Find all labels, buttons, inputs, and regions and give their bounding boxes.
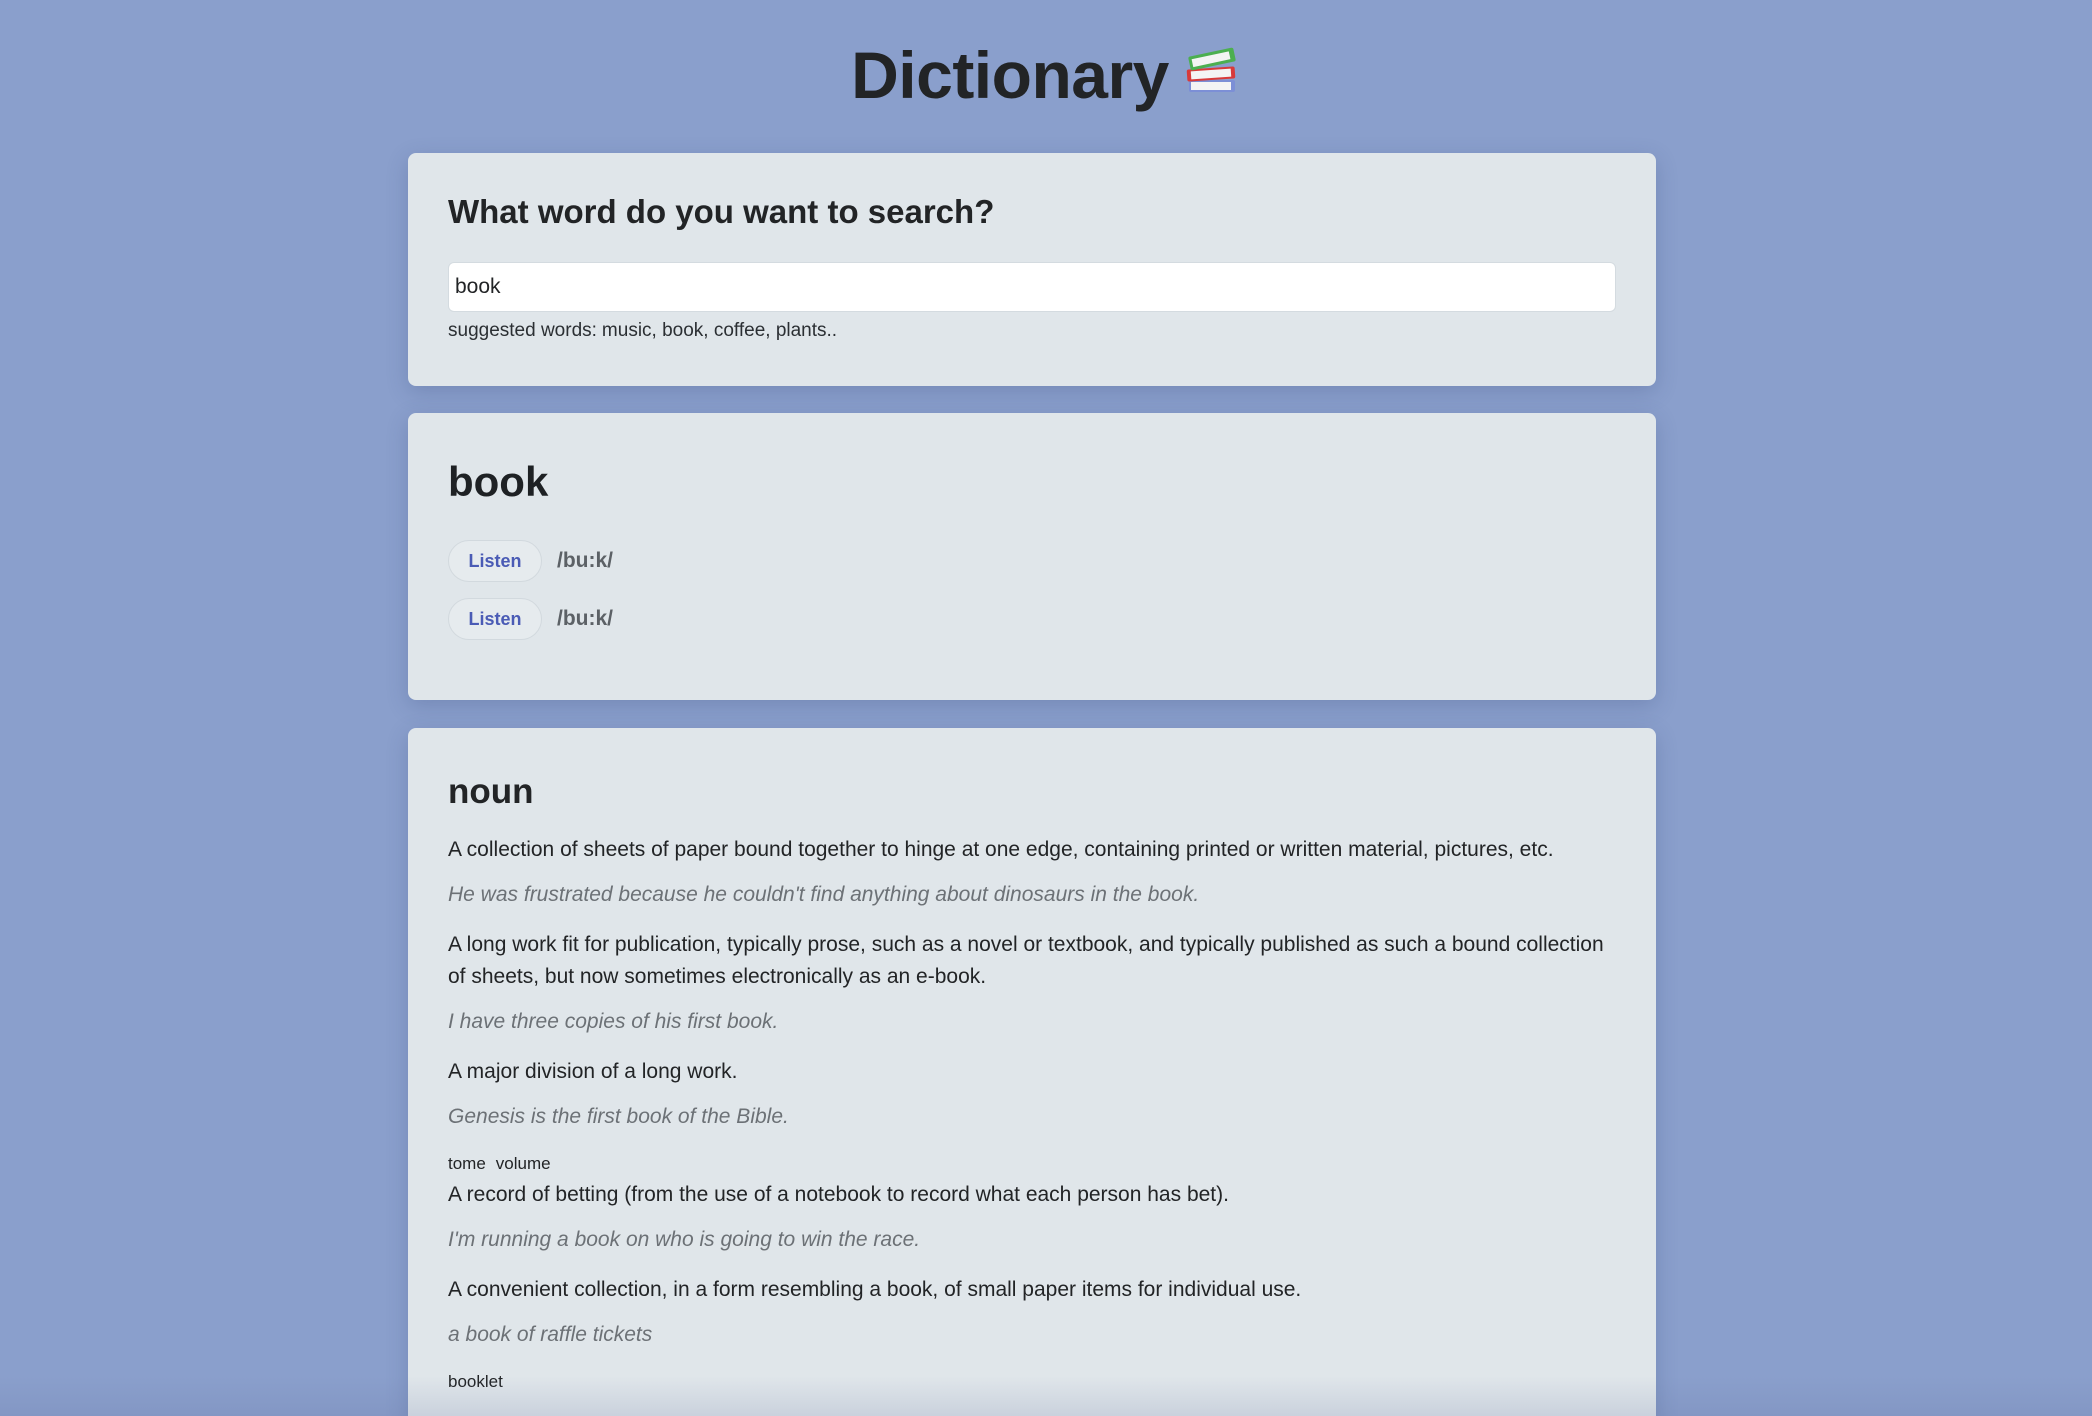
app-title-text: Dictionary [851,38,1169,112]
synonyms: booklet [448,1369,1623,1395]
definition-text: A collection of sheets of paper bound to… [448,838,1554,861]
listen-button[interactable]: Listen [448,540,542,582]
phonetic-row: Listen /bu:k/ [448,539,613,583]
definition-item: A collection of sheets of paper bound to… [448,834,1623,911]
definition-item: A major division of a long work. Genesis… [448,1056,1623,1177]
search-input[interactable] [448,262,1616,312]
synonym: volume [495,1154,551,1173]
definition-text: A convenient collection, in a form resem… [448,1278,1302,1301]
search-heading: What word do you want to search? [448,193,995,230]
listen-button[interactable]: Listen [448,598,542,640]
definition-example: I have three copies of his first book. [448,1010,779,1033]
definitions-list: A collection of sheets of paper bound to… [448,834,1623,1397]
phonetic-row: Listen /bu:k/ [448,597,613,641]
books-icon [1183,34,1241,116]
definition-item: A record of betting (from the use of a n… [448,1179,1623,1256]
word-heading: book [448,458,549,505]
definition-item: A convenient collection, in a form resem… [448,1274,1623,1395]
part-of-speech: noun [448,772,534,811]
synonym: booklet [448,1372,503,1391]
synonyms: tome volume [448,1151,1623,1177]
app-title: Dictionary [0,34,2092,122]
definition-text: A record of betting (from the use of a n… [448,1183,1229,1206]
definition-example: He was frustrated because he couldn't fi… [448,883,1200,906]
phonetic-text: /bu:k/ [557,607,613,630]
definition-text: A long work fit for publication, typical… [448,933,1604,988]
definition-example: Genesis is the first book of the Bible. [448,1105,789,1128]
definition-item: A long work fit for publication, typical… [448,929,1623,1038]
page: Dictionary What word do you want to sear… [0,0,2092,1416]
suggested-words-list: music, book, coffee, plants.. [601,320,838,341]
synonym: tome [448,1154,486,1173]
phonetic-text: /bu:k/ [557,549,613,572]
suggested-words-label: suggested words: [448,320,597,341]
definition-example: I'm running a book on who is going to wi… [448,1228,921,1251]
definition-text: A major division of a long work. [448,1060,738,1083]
definition-example: a book of raffle tickets [448,1323,653,1346]
suggested-words: suggested words: music, book, coffee, pla… [448,320,837,342]
